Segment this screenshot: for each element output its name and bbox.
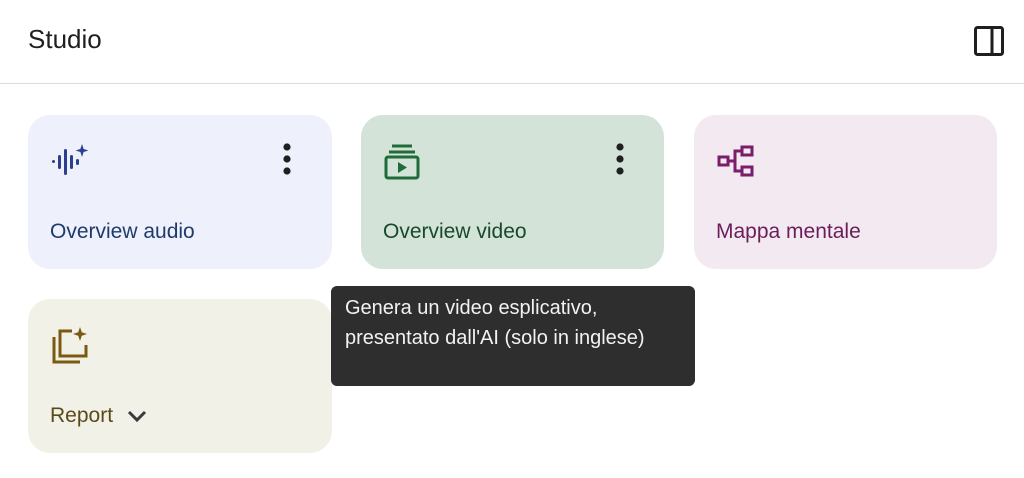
report-sparkle-icon [52, 327, 88, 364]
audio-waveform-sparkle-icon [52, 144, 89, 175]
video-play-stack-icon [384, 144, 420, 180]
side-panel-icon [974, 26, 1004, 56]
report-label-row[interactable]: Report [50, 403, 147, 429]
report-label: Report [50, 404, 114, 427]
overview-audio-card[interactable]: Overview audio [28, 115, 332, 269]
overview-video-card[interactable]: Overview video [361, 115, 664, 269]
overview-video-tooltip: Genera un video esplicativo, presentato … [331, 286, 695, 386]
report-card[interactable]: Report [28, 299, 332, 453]
overview-video-label: Overview video [383, 220, 527, 243]
mind-map-label: Mappa mentale [716, 220, 861, 243]
more-vert-icon [283, 143, 291, 175]
overview-audio-label: Overview audio [50, 220, 195, 243]
more-vert-icon [616, 143, 624, 175]
studio-header: Studio [0, 0, 1024, 84]
mind-map-card[interactable]: Mappa mentale [694, 115, 997, 269]
overview-audio-more-button[interactable] [269, 139, 305, 179]
page-title: Studio [28, 24, 102, 54]
overview-video-more-button[interactable] [602, 139, 638, 179]
toggle-panel-button[interactable] [970, 22, 1008, 60]
chevron-down-icon[interactable] [127, 409, 147, 423]
mind-map-icon [717, 145, 754, 177]
